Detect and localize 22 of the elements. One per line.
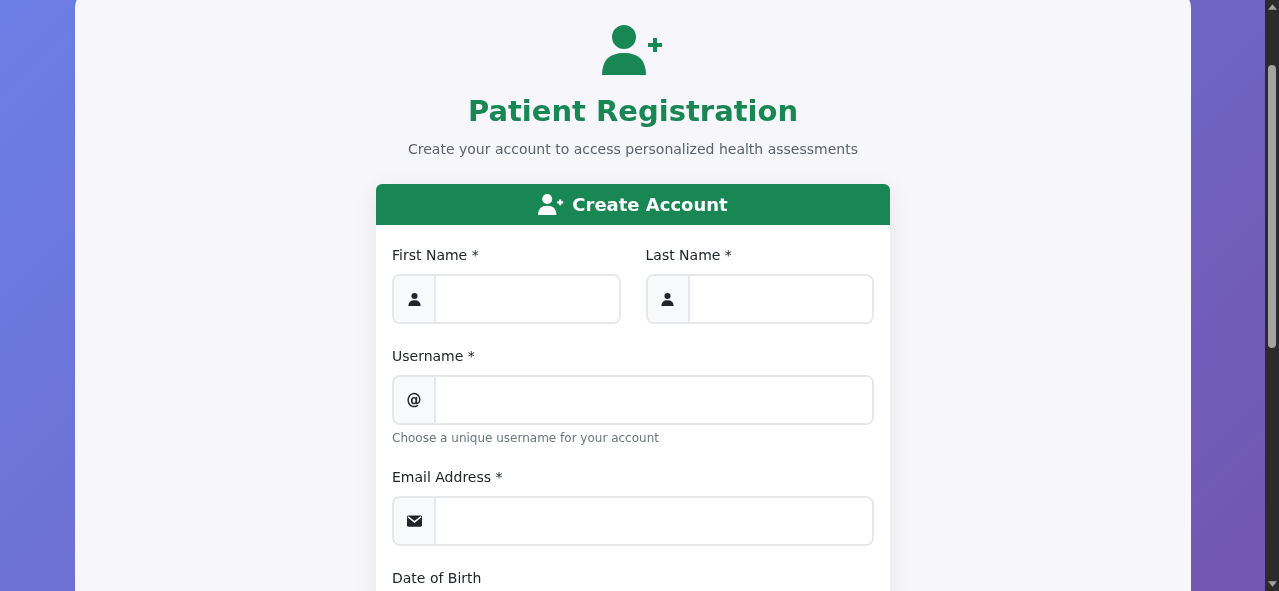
scrollbar[interactable] xyxy=(1265,0,1279,591)
input-addon: @ xyxy=(394,377,436,423)
scroll-down-icon[interactable] xyxy=(1267,581,1277,587)
field-label: Last Name * xyxy=(645,246,733,265)
help-text: Choose a unique username for your account xyxy=(392,431,660,445)
text-input[interactable] xyxy=(645,274,874,324)
scroll-up-icon[interactable] xyxy=(1267,4,1277,10)
add-user-icon xyxy=(602,25,664,75)
person-icon xyxy=(406,292,422,306)
text-input[interactable] xyxy=(392,274,621,324)
person-icon xyxy=(660,292,675,306)
page-subtitle: Create your account to access personalized health assessments xyxy=(408,140,858,159)
field-label: Username * xyxy=(392,347,476,366)
add-user-icon xyxy=(538,194,565,215)
page-title: Patient Registration xyxy=(467,93,799,129)
field-label: Email Address * xyxy=(392,468,504,487)
form-title: Create Account xyxy=(572,194,728,215)
field-label: First Name * xyxy=(392,246,480,265)
text-input[interactable]: @ xyxy=(392,375,874,425)
text-input[interactable] xyxy=(392,496,874,546)
field-label: Date of Birth xyxy=(392,569,483,588)
envelope-icon xyxy=(406,514,422,528)
